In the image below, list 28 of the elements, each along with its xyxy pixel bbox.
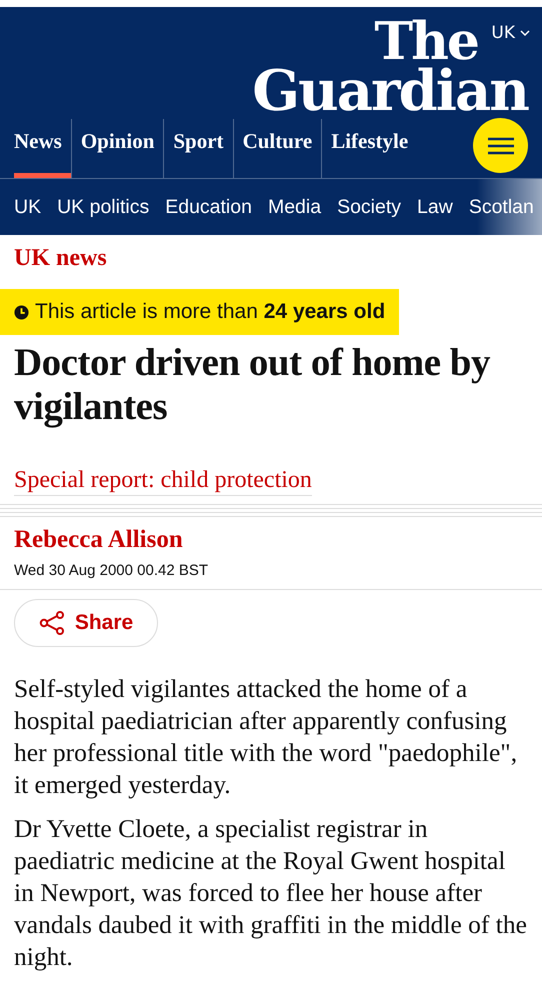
subnav-link[interactable]: Society xyxy=(337,196,402,218)
subnav-link[interactable]: Media xyxy=(268,196,322,218)
nav-tab[interactable]: News xyxy=(0,119,71,178)
subnav-link[interactable]: Education xyxy=(165,196,252,218)
clock-icon xyxy=(14,304,29,320)
nav-tab[interactable]: Lifestyle xyxy=(321,119,418,178)
series-link[interactable]: Special report: child protection xyxy=(14,467,312,496)
nav-tab[interactable]: Culture xyxy=(232,119,322,178)
section-link[interactable]: UK news xyxy=(0,235,542,289)
chevron-icon xyxy=(520,30,530,36)
body-paragraph: Self-styled vigilantes attacked the home of a hospital paediatrician after apparently confusing her professional title with the word "paedophile", it emerged yesterday. xyxy=(14,673,518,801)
share-icon xyxy=(38,611,65,635)
share-button[interactable]: Share xyxy=(14,599,158,647)
headline: Doctor driven out of home by vigilantes xyxy=(14,341,492,429)
subnav-link[interactable]: UK politics xyxy=(57,196,150,218)
edition-selector[interactable]: UK xyxy=(491,23,530,43)
age-text: This article is more than 24 years old xyxy=(35,300,386,324)
logo-word[interactable]: Guardian xyxy=(252,66,528,116)
nav-tab[interactable]: Sport xyxy=(163,119,233,178)
byline-link[interactable]: Rebecca Allison xyxy=(14,526,528,554)
dateline: Wed 30 Aug 2000 00.42 BST xyxy=(14,562,210,579)
logo-word[interactable]: The xyxy=(374,19,478,66)
nav-tab[interactable]: Opinion xyxy=(70,119,164,178)
menu-icon xyxy=(488,136,514,154)
body-paragraph: Dr Yvette Cloete, a specialist registrar in paediatric medicine at the Royal Gwent hospital in Newport, was forced to flee her house after vandals daubed it with graffiti in the middle of the night. xyxy=(14,813,528,973)
subnav-link[interactable]: Law xyxy=(417,196,453,218)
subnav-link[interactable]: Scotlan xyxy=(468,196,534,218)
subnav-link[interactable]: UK xyxy=(14,196,42,218)
